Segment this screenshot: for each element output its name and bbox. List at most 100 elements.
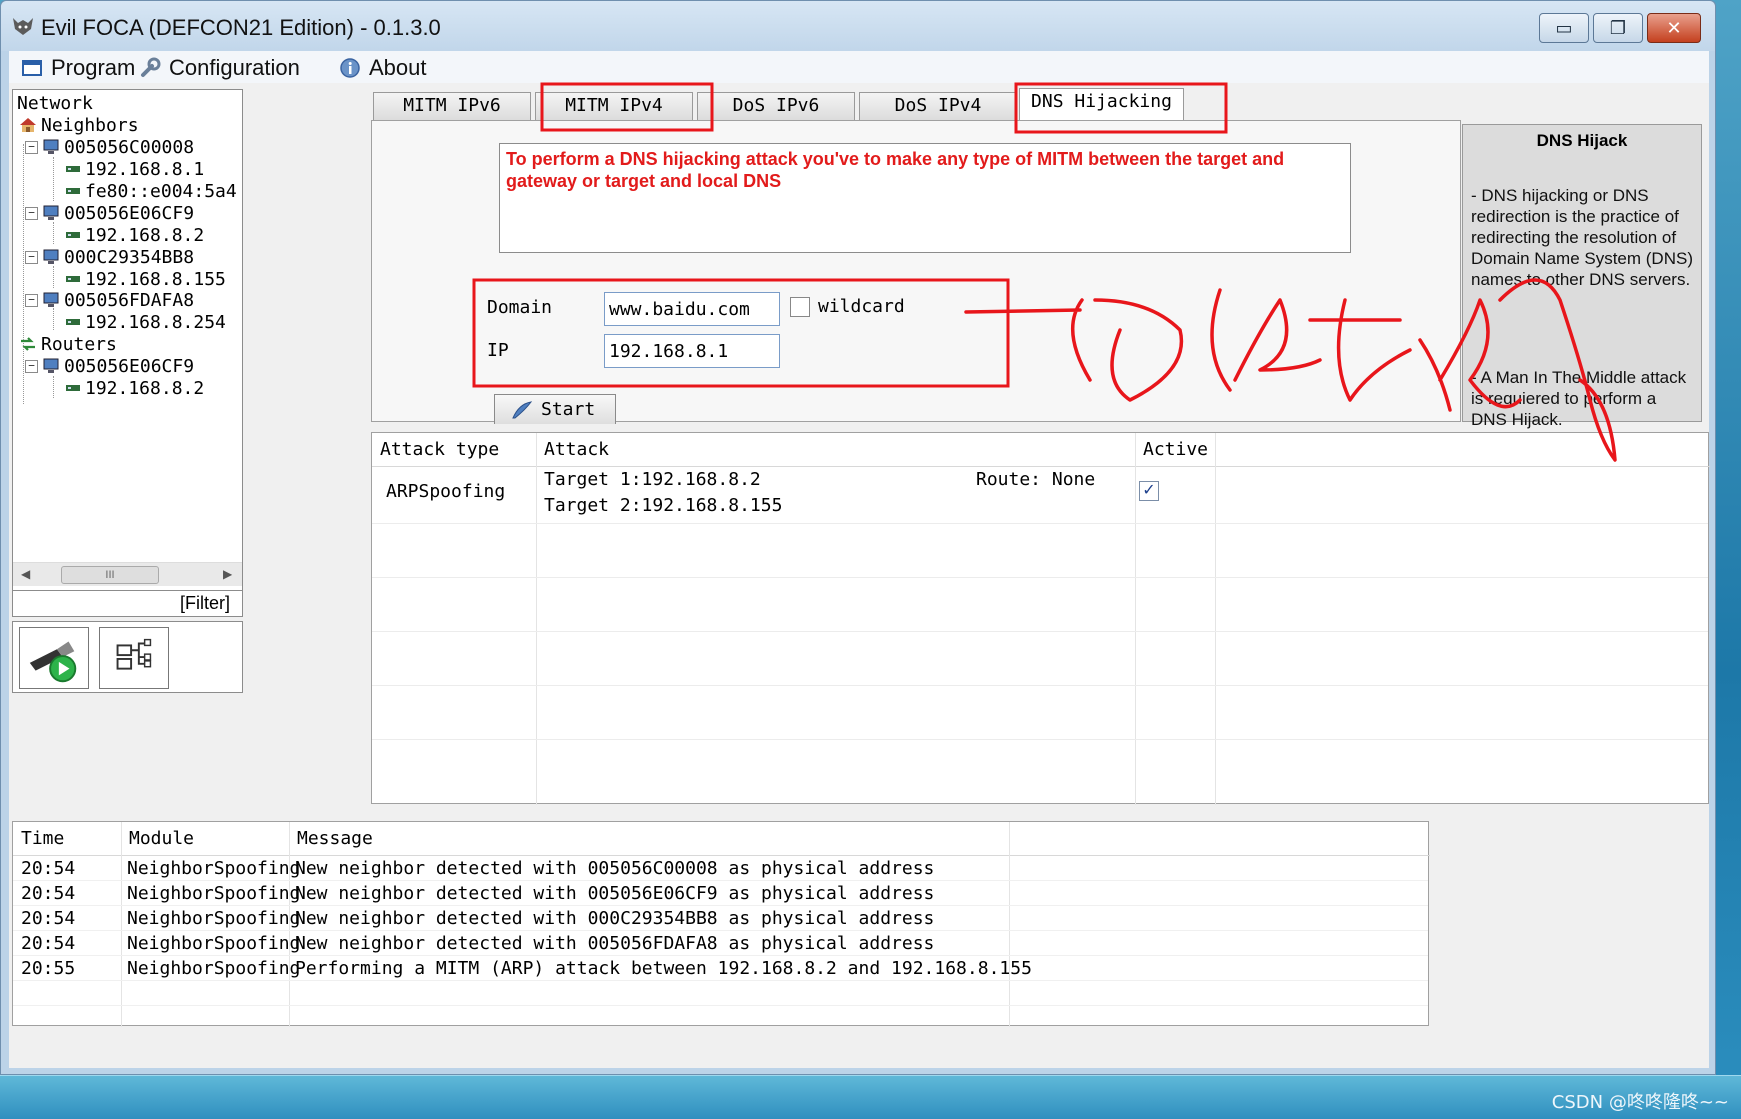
collapse-icon[interactable]: − — [25, 206, 38, 220]
tree-host[interactable]: − 000C29354BB8 — [25, 246, 194, 268]
log-message: Performing a MITM (ARP) attack between 1… — [295, 958, 1032, 979]
dns-hijack-help: DNS Hijack - DNS hijacking or DNS redire… — [1462, 124, 1702, 429]
log-table[interactable]: Time Module Message 20:54 NeighborSpoofi… — [12, 821, 1430, 1027]
attack-target2: Target 2:192.168.8.155 — [544, 495, 783, 516]
computer-icon — [43, 139, 59, 154]
col-active[interactable]: Active — [1135, 433, 1215, 467]
computer-icon — [43, 292, 59, 307]
tab-mitm-ipv6[interactable]: MITM IPv6 — [373, 92, 531, 120]
log-row-empty — [13, 981, 1428, 1006]
minimize-button[interactable]: ▭ — [1539, 13, 1589, 43]
attack-route: Route: None — [976, 469, 1096, 490]
tree-ip[interactable]: 192.168.8.155 — [65, 268, 226, 290]
col-attack-type[interactable]: Attack type — [372, 433, 536, 467]
log-message: New neighbor detected with 005056E06CF9 … — [295, 883, 935, 904]
tab-dos-ipv6[interactable]: DoS IPv6 — [697, 92, 855, 120]
network-card-icon — [66, 166, 80, 172]
tab-dos-ipv4[interactable]: DoS IPv4 — [859, 92, 1017, 120]
tree-host[interactable]: − 005056E06CF9 — [25, 355, 194, 377]
log-module: NeighborSpoofing — [127, 883, 301, 904]
tree-routers-label: Routers — [41, 333, 117, 355]
tree-neighbors[interactable]: Neighbors — [19, 114, 139, 136]
log-row[interactable]: 20:54 NeighborSpoofing New neighbor dete… — [13, 906, 1428, 931]
collapse-icon[interactable]: − — [25, 359, 38, 373]
collapse-icon[interactable]: − — [25, 140, 38, 154]
active-checkbox[interactable]: ✓ — [1139, 481, 1159, 501]
play-attack-icon — [29, 641, 77, 683]
home-icon — [20, 118, 36, 132]
tab-dns-hijacking[interactable]: DNS Hijacking — [1019, 88, 1184, 121]
topology-button[interactable] — [99, 627, 169, 689]
log-time: 20:54 — [21, 858, 76, 879]
tree-ip[interactable]: 192.168.8.2 — [65, 224, 204, 246]
tree-ip[interactable]: 192.168.8.1 — [65, 158, 204, 180]
network-tree[interactable]: Network Neighbors − 005056C00008 192.168… — [12, 89, 243, 617]
domain-input[interactable] — [604, 292, 780, 326]
feather-icon — [512, 400, 533, 418]
col-attack[interactable]: Attack — [536, 433, 1135, 467]
dns-hijacking-panel: To perform a DNS hijacking attack you've… — [371, 120, 1461, 424]
computer-icon — [43, 358, 59, 373]
tree-ip-label: 192.168.8.155 — [85, 268, 226, 290]
scroll-right-icon[interactable]: ▶ — [223, 567, 232, 581]
col-module[interactable]: Module — [121, 822, 289, 856]
start-label: Start — [541, 399, 596, 420]
menu-program-label: Program — [51, 55, 136, 80]
network-card-icon — [66, 385, 80, 391]
attack-target1: Target 1:192.168.8.2 — [544, 469, 761, 490]
col-time[interactable]: Time — [13, 822, 121, 856]
watermark: CSDN @咚咚隆咚~~ — [1551, 1092, 1729, 1113]
tree-ip[interactable]: 192.168.8.254 — [65, 311, 226, 333]
ip-input[interactable] — [604, 334, 780, 368]
log-message: New neighbor detected with 000C29354BB8 … — [295, 908, 935, 929]
start-attack-button[interactable] — [19, 627, 89, 689]
info-message: To perform a DNS hijacking attack you've… — [499, 143, 1351, 253]
tree-root[interactable]: Network — [17, 92, 93, 114]
start-button[interactable]: Start — [494, 394, 616, 424]
menu-about[interactable]: About — [339, 55, 427, 81]
attacks-table[interactable]: Attack type Attack Active ARPSpoofing Ta… — [371, 432, 1710, 805]
tree-host[interactable]: − 005056FDAFA8 — [25, 289, 194, 311]
menu-program[interactable]: Program — [21, 55, 135, 81]
col-filler — [1215, 433, 1710, 467]
computer-icon — [43, 205, 59, 220]
log-message: New neighbor detected with 005056FDAFA8 … — [295, 933, 935, 954]
tree-host[interactable]: − 005056E06CF9 — [25, 202, 194, 224]
log-row[interactable]: 20:54 NeighborSpoofing New neighbor dete… — [13, 881, 1428, 906]
scroll-thumb[interactable]: III — [61, 566, 159, 584]
network-card-icon — [66, 276, 80, 282]
log-time: 20:55 — [21, 958, 76, 979]
tree-root-label: Network — [17, 92, 93, 114]
title-bar[interactable]: Evil FOCA (DEFCON21 Edition) - 0.1.3.0 ▭… — [1, 1, 1715, 51]
tree-host[interactable]: − 005056C00008 — [25, 136, 194, 158]
filter-label[interactable]: [Filter] — [180, 593, 230, 614]
log-module: NeighborSpoofing — [127, 933, 301, 954]
col-message[interactable]: Message — [289, 822, 1009, 856]
horizontal-scrollbar[interactable]: ◀ III ▶ — [13, 562, 242, 586]
log-time: 20:54 — [21, 883, 76, 904]
menu-configuration[interactable]: Configuration — [139, 55, 300, 81]
network-card-icon — [66, 232, 80, 238]
domain-label: Domain — [487, 297, 553, 318]
log-module: NeighborSpoofing — [127, 958, 301, 979]
collapse-icon[interactable]: − — [25, 293, 38, 307]
router-icon — [21, 337, 35, 351]
tree-ip-label: 192.168.8.2 — [85, 377, 205, 399]
computer-icon — [43, 249, 59, 264]
scroll-left-icon[interactable]: ◀ — [21, 567, 30, 581]
wildcard-label: wildcard — [818, 296, 905, 317]
tree-ip[interactable]: 192.168.8.2 — [65, 377, 204, 399]
filter-row[interactable]: [Filter] — [13, 590, 242, 616]
maximize-button[interactable]: ❐ — [1593, 13, 1643, 43]
log-row[interactable]: 20:54 NeighborSpoofing New neighbor dete… — [13, 931, 1428, 956]
log-row[interactable]: 20:54 NeighborSpoofing New neighbor dete… — [13, 856, 1428, 881]
close-button[interactable]: ✕ — [1647, 13, 1701, 43]
wildcard-checkbox[interactable] — [790, 297, 810, 317]
collapse-icon[interactable]: − — [25, 250, 38, 264]
tab-mitm-ipv4[interactable]: MITM IPv4 — [535, 92, 693, 120]
menu-about-label: About — [369, 55, 427, 80]
tree-ip-label: 192.168.8.2 — [85, 224, 205, 246]
tree-routers[interactable]: Routers — [19, 333, 117, 355]
log-row[interactable]: 20:55 NeighborSpoofing Performing a MITM… — [13, 956, 1428, 981]
tree-ip[interactable]: fe80::e004:5a4 — [65, 180, 237, 202]
